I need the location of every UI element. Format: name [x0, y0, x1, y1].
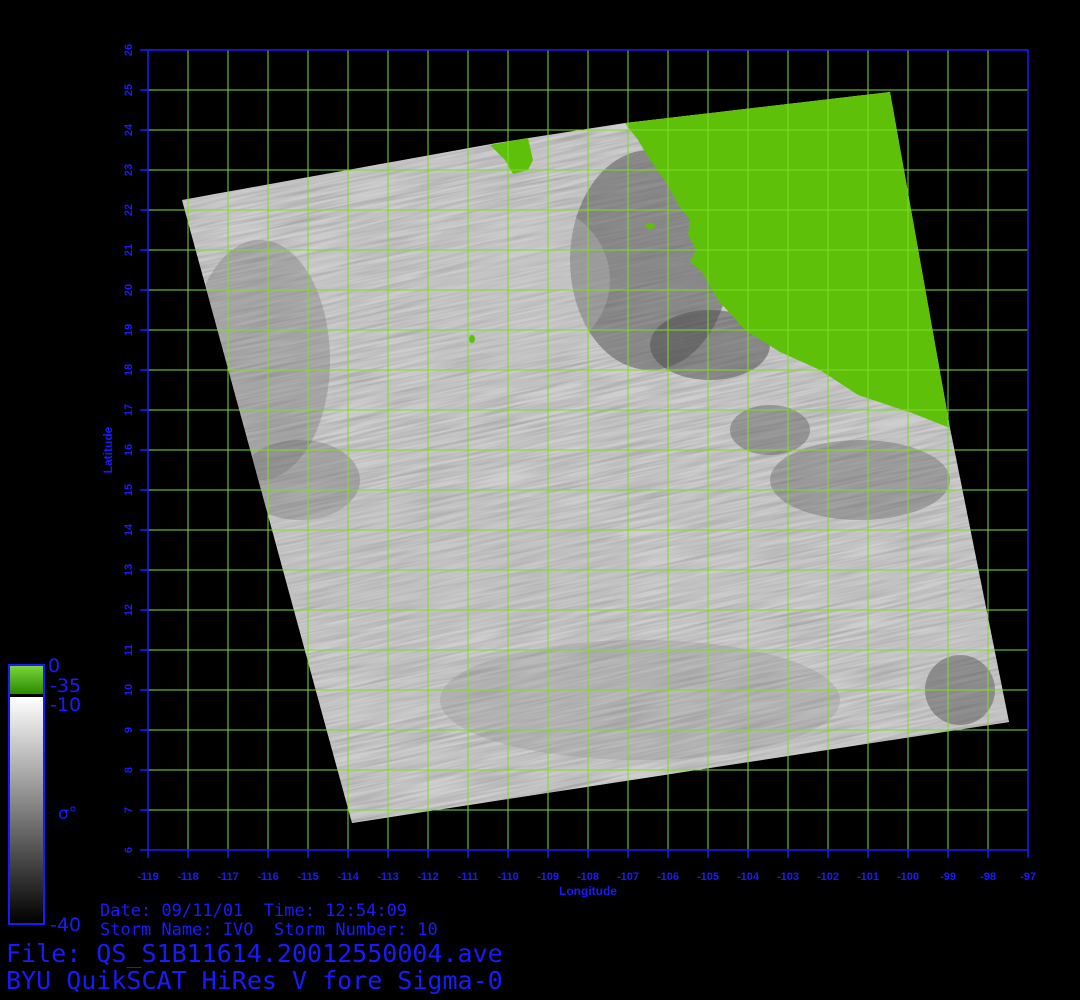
- island: [645, 223, 655, 229]
- x-tick-label: -103: [777, 871, 799, 883]
- y-axis-title: Latitude: [101, 426, 115, 473]
- x-tick-label: -100: [897, 871, 919, 883]
- y-tick-label: 25: [123, 84, 135, 96]
- y-axis: 6 7 8 9 10 11 12 13 14 15 16 17 18 19 20 21 22 23 24 25 26: [123, 44, 148, 853]
- x-axis: -119 -118 -117 -116 -115 -114 -113 -112 -111 -110…: [137, 850, 1036, 883]
- x-axis-title: Longitude: [559, 884, 617, 898]
- x-tick-label: -118: [177, 871, 198, 883]
- y-tick-label: 26: [123, 44, 135, 56]
- sigma0-map: -119 -118 -117 -116 -115 -114 -113 -112 -111 -110…: [8, 44, 1036, 925]
- graticule: [148, 50, 1028, 850]
- y-tick-label: 19: [123, 324, 135, 336]
- x-tick-label: -109: [537, 871, 559, 883]
- y-tick-label: 17: [123, 404, 135, 416]
- x-tick-label: -97: [1020, 871, 1036, 883]
- x-tick-label: -102: [817, 871, 839, 883]
- y-tick-label: 18: [123, 364, 135, 376]
- y-tick-label: 6: [123, 847, 135, 853]
- y-tick-label: 10: [123, 684, 135, 696]
- colorbar-land-segment: [10, 666, 43, 694]
- colorbar-label-sea-high: -10: [50, 694, 82, 716]
- x-tick-label: -104: [737, 871, 760, 883]
- y-tick-label: 11: [123, 644, 135, 656]
- y-tick-label: 13: [123, 564, 135, 576]
- y-tick-label: 12: [123, 604, 135, 616]
- x-tick-label: -117: [217, 871, 238, 883]
- y-tick-label: 24: [123, 123, 135, 136]
- y-tick-label: 15: [123, 484, 135, 496]
- x-tick-label: -110: [497, 871, 518, 883]
- colorbar-symbol: σ°: [58, 804, 78, 824]
- y-tick-label: 20: [123, 284, 135, 296]
- y-tick-label: 8: [123, 767, 135, 773]
- x-tick-label: -113: [377, 871, 398, 883]
- x-tick-label: -114: [337, 871, 359, 883]
- y-tick-label: 9: [123, 727, 135, 733]
- y-tick-label: 14: [123, 523, 135, 536]
- island: [469, 335, 475, 343]
- y-tick-label: 7: [123, 807, 135, 813]
- x-tick-label: -101: [857, 871, 879, 883]
- x-tick-label: -112: [417, 871, 438, 883]
- colorbar-label-bottom: -40: [50, 914, 82, 936]
- y-tick-label: 22: [123, 204, 135, 216]
- y-tick-label: 23: [123, 164, 135, 176]
- x-tick-label: -116: [257, 871, 278, 883]
- colorbar-label-top: 0: [48, 655, 61, 677]
- x-tick-label: -107: [617, 871, 639, 883]
- x-tick-label: -106: [657, 871, 679, 883]
- colorbar: [8, 664, 45, 925]
- y-tick-label: 16: [123, 444, 135, 456]
- storm-text: Storm Name: IVO Storm Number: 10: [100, 920, 438, 940]
- file-name-text: File: QS_S1B11614.20012550004.ave: [6, 939, 503, 968]
- x-tick-label: -108: [577, 871, 599, 883]
- date-time-text: Date: 09/11/01 Time: 12:54:09: [100, 901, 408, 921]
- colorbar-sea-segment: [10, 697, 43, 923]
- swath-image: [182, 92, 1009, 823]
- x-tick-label: -105: [697, 871, 719, 883]
- x-tick-label: -115: [297, 871, 318, 883]
- product-title: BYU QuikSCAT HiRes V fore Sigma-0: [6, 966, 503, 995]
- x-tick-label: -111: [458, 871, 479, 883]
- y-tick-label: 21: [123, 244, 135, 256]
- x-tick-label: -99: [940, 871, 956, 883]
- x-tick-label: -98: [980, 871, 996, 883]
- x-tick-label: -119: [137, 871, 158, 883]
